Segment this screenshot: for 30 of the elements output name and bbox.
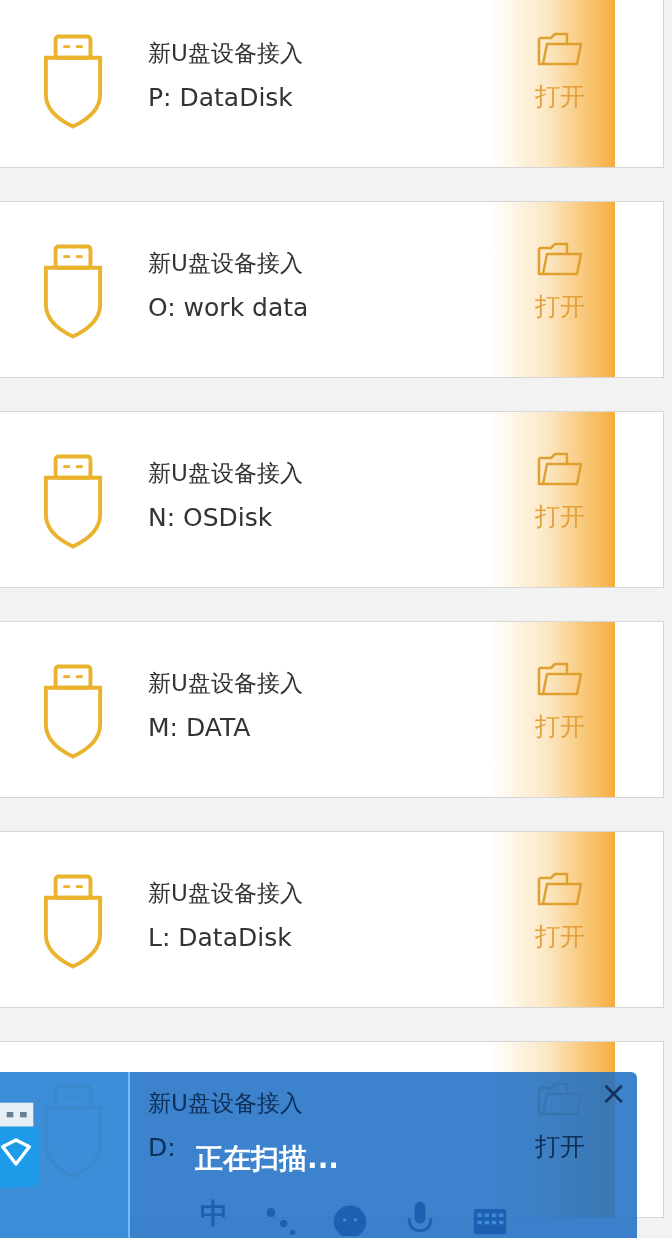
folder-icon xyxy=(536,662,583,696)
drive-label: P: DataDisk xyxy=(148,83,293,112)
notification-title: 新U盘设备接入 xyxy=(148,459,303,488)
drive-label: N: OSDisk xyxy=(148,503,273,532)
open-button[interactable]: 打开 xyxy=(490,202,615,377)
usb-drive-icon xyxy=(42,874,104,970)
folder-icon xyxy=(536,242,583,276)
drive-label: O: work data xyxy=(148,293,309,322)
notification-title: 新U盘设备接入 xyxy=(148,669,303,698)
drive-label: M: DATA xyxy=(148,713,251,742)
usb-drive-icon xyxy=(42,454,104,550)
open-button[interactable]: 打开 xyxy=(490,622,615,797)
notification-title: 新U盘设备接入 xyxy=(148,39,303,68)
usb-shield-icon xyxy=(0,1102,40,1190)
close-button[interactable]: × xyxy=(596,1076,631,1110)
notification-title: 新U盘设备接入 xyxy=(148,1089,303,1118)
open-button[interactable]: 打开 xyxy=(490,832,615,1007)
open-button[interactable]: 打开 xyxy=(490,412,615,587)
notification-title: 新U盘设备接入 xyxy=(148,249,303,278)
scanning-status: 正在扫描... xyxy=(195,1141,339,1177)
folder-icon xyxy=(536,452,583,486)
drive-label: D: xyxy=(148,1133,176,1162)
folder-icon xyxy=(536,872,583,906)
notification-title: 新U盘设备接入 xyxy=(148,879,303,908)
folder-icon xyxy=(536,32,583,66)
usb-drive-icon xyxy=(42,34,104,130)
open-button[interactable]: 打开 xyxy=(490,0,615,167)
usb-drive-icon xyxy=(42,244,104,340)
drive-label: L: DataDisk xyxy=(148,923,292,952)
usb-drive-icon xyxy=(42,664,104,760)
